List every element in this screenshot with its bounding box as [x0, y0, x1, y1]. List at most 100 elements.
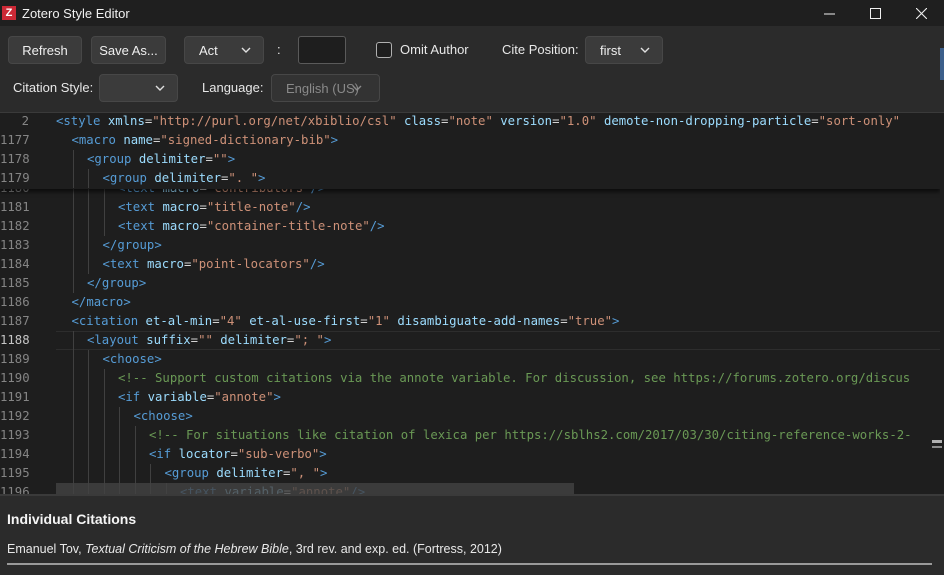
code-text: <layout suffix="" delimiter="; ">	[87, 331, 331, 350]
code-token: =	[230, 447, 238, 461]
code-token: demote-non-dropping-particle	[603, 114, 812, 128]
horizontal-scrollbar[interactable]	[56, 483, 574, 494]
code-line[interactable]: 1181 <text macro="title-note"/>	[0, 198, 940, 217]
code-token: group	[109, 171, 147, 185]
language-select[interactable]: English (US)	[271, 74, 380, 102]
sticky-scroll-header[interactable]: 2 < style xmlns = "http://purl.org/net/xbibl…	[0, 113, 940, 189]
zotero-logo-icon: Z	[2, 6, 16, 20]
code-line[interactable]: 1178 <group delimiter="">	[0, 150, 940, 169]
minimize-button[interactable]	[806, 0, 852, 26]
code-line[interactable]: 1179 <group delimiter=". ">	[0, 169, 940, 188]
code-token: <!-- Support custom citations via the an…	[118, 371, 911, 385]
code-token: </	[71, 295, 87, 309]
cite-position-label: Cite Position:	[502, 42, 579, 57]
code-token: >	[320, 466, 328, 480]
code-token: >	[612, 314, 620, 328]
code-line[interactable]: 1184 <text macro="point-locators"/>	[0, 255, 940, 274]
locator-select[interactable]: Act	[184, 36, 264, 64]
indent-guide	[103, 464, 105, 483]
line-number: 1189	[0, 352, 30, 366]
code-token: macro	[162, 219, 200, 233]
code-token: >	[123, 295, 131, 309]
indent-guide	[103, 426, 105, 445]
code-line[interactable]: 1182 <text macro="container-title-note"/>	[0, 217, 940, 236]
code-line[interactable]: 1185 </group>	[0, 274, 940, 293]
chevron-down-icon	[241, 47, 251, 53]
save-as-button[interactable]: Save As...	[91, 36, 166, 64]
indent-guide	[72, 198, 74, 217]
code-text: <if locator="sub-verbo">	[149, 445, 327, 464]
maximize-button[interactable]	[852, 0, 898, 26]
code-text: <group delimiter=", ">	[165, 464, 328, 483]
refresh-button[interactable]: Refresh	[8, 36, 82, 64]
indent-guide	[103, 217, 105, 236]
code-token: xmlns	[107, 114, 145, 128]
line-number: 1179	[0, 171, 30, 185]
code-line[interactable]: 1189 <choose>	[0, 350, 940, 369]
indent-guide	[88, 236, 89, 255]
indent-guide	[72, 236, 74, 255]
code-token: >	[258, 171, 266, 185]
code-token: et-al-use-first	[249, 314, 361, 328]
code-token: variable	[147, 390, 207, 404]
citation-style-label: Citation Style:	[13, 80, 94, 95]
code-token: =	[560, 314, 568, 328]
code-editor[interactable]: 2 < style xmlns = "http://purl.org/net/xbibl…	[0, 113, 940, 494]
indent-guide	[88, 350, 89, 369]
code-token: <	[71, 133, 79, 147]
code-line[interactable]: 1187 <citation et-al-min="4" et-al-use-fi…	[0, 312, 940, 331]
indent-guide	[134, 464, 136, 483]
code-token: <	[102, 352, 110, 366]
code-line[interactable]: 1190 <!-- Support custom citations via th…	[0, 369, 940, 388]
cite-position-select[interactable]: first	[585, 36, 663, 64]
code-token: "sort-only"	[818, 114, 901, 128]
indent-guide	[150, 464, 151, 483]
code-line[interactable]: 1186 </macro>	[0, 293, 940, 312]
code-text: <choose>	[103, 350, 162, 369]
code-token: <!-- For situations like citation of lex…	[149, 428, 912, 442]
title-bar: Z Zotero Style Editor	[0, 0, 944, 26]
close-button[interactable]	[898, 0, 944, 26]
code-line[interactable]: 1193 <!-- For situations like citation of…	[0, 426, 940, 445]
code-line[interactable]: 1188 <layout suffix="" delimiter="; ">	[0, 331, 940, 350]
code-token: />	[369, 219, 385, 233]
line-number: 1187	[0, 314, 30, 328]
line-number: 1192	[0, 409, 30, 423]
code-token: >	[154, 352, 162, 366]
code-token: citation	[78, 314, 139, 328]
omit-author-checkbox[interactable]	[376, 42, 392, 58]
results-separator	[7, 563, 932, 565]
citation-style-select[interactable]	[99, 74, 178, 102]
code-line[interactable]: 1195 <group delimiter=", ">	[0, 464, 940, 483]
code-token: "annote"	[214, 390, 274, 404]
code-line[interactable]: 1183 </group>	[0, 236, 940, 255]
code-text: <text macro="container-title-note"/>	[118, 217, 385, 236]
code-token: macro	[162, 200, 200, 214]
code-token: =	[199, 200, 207, 214]
code-text: </macro>	[72, 293, 131, 312]
code-text: <group delimiter=". ">	[103, 169, 266, 188]
indent-guide	[72, 150, 74, 169]
indent-guide	[72, 445, 74, 464]
code-token: "http://purl.org/net/xbiblio/csl"	[152, 114, 397, 128]
code-token: ", "	[290, 466, 321, 480]
code-line[interactable]: 1177 <macro name="signed-dictionary-bib">	[0, 131, 940, 150]
code-token: />	[309, 257, 325, 271]
indent-guide	[88, 198, 89, 217]
line-number: 1195	[0, 466, 30, 480]
code-line[interactable]: 2 <style xmlns="http://purl.org/net/xbibl…	[0, 113, 940, 131]
code-line[interactable]: 1192 <choose>	[0, 407, 940, 426]
cite-position-value: first	[600, 42, 621, 58]
code-line[interactable]: 1191 <if variable="annote">	[0, 388, 940, 407]
indent-guide	[72, 464, 74, 483]
code-token: =	[205, 152, 213, 166]
code-line[interactable]: 1194 <if locator="sub-verbo">	[0, 445, 940, 464]
code-token: delimiter	[216, 466, 283, 480]
code-text: <text macro="title-note"/>	[118, 198, 311, 217]
vertical-scrollbar[interactable]	[940, 113, 944, 494]
code-token: "1"	[367, 314, 390, 328]
locator-input[interactable]	[298, 36, 346, 64]
